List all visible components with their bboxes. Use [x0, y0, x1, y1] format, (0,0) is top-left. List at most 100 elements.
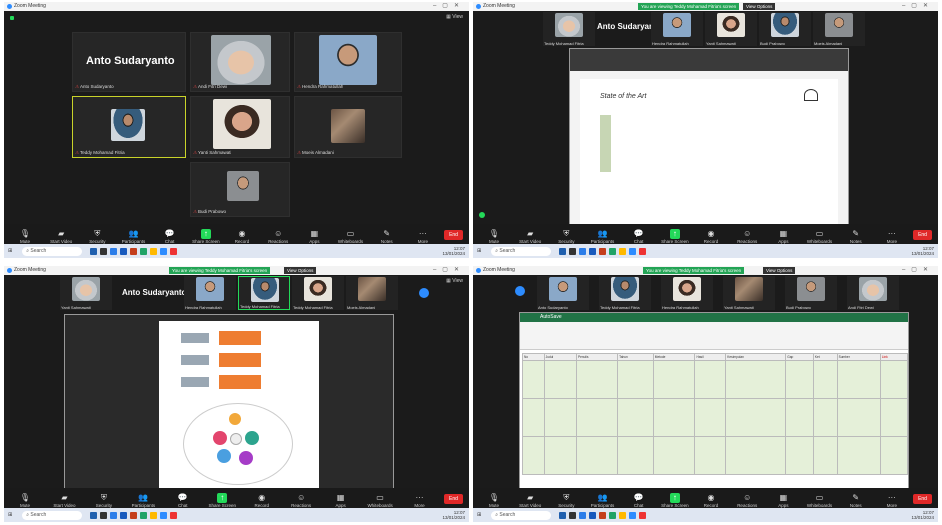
- view-options-button[interactable]: View Options: [284, 267, 317, 274]
- taskbar-apps[interactable]: [559, 511, 647, 519]
- record-button[interactable]: ◉ Record: [247, 493, 277, 508]
- notes-button[interactable]: ✎ Notes: [841, 493, 871, 508]
- video-tile[interactable]: Anto Sudaryanto ⚠Anto Sudaryanto: [72, 32, 186, 92]
- reactions-button[interactable]: ☺ Reactions: [732, 229, 762, 244]
- strip-video-tile[interactable]: Teddy Mohamad Fitria: [292, 276, 344, 310]
- system-clock[interactable]: 12:07 13/01/2024: [442, 246, 465, 256]
- notes-button[interactable]: ✎ Notes: [372, 229, 402, 244]
- participants-button[interactable]: 👥 Participants: [128, 493, 158, 508]
- expand-icon[interactable]: [419, 288, 429, 298]
- window-controls[interactable]: –▢✕: [433, 266, 465, 275]
- mute-button[interactable]: 🎙 Mute: [479, 229, 509, 244]
- mute-button[interactable]: 🎙 Mute: [10, 229, 40, 244]
- strip-video-tile[interactable]: Teddy Mohamad Fitria: [599, 276, 651, 310]
- excel-ribbon[interactable]: [520, 322, 908, 350]
- window-controls[interactable]: –▢✕: [433, 2, 465, 11]
- chat-button[interactable]: 💬 Chat: [624, 229, 654, 244]
- mute-button[interactable]: 🎙 Mute: [479, 493, 509, 508]
- reactions-button[interactable]: ☺ Reactions: [263, 229, 293, 244]
- window-controls[interactable]: –▢✕: [902, 2, 934, 11]
- share-screen-button[interactable]: ↑ Share Screen: [660, 229, 690, 244]
- apps-button[interactable]: ▦ Apps: [299, 229, 329, 244]
- video-button[interactable]: ▰ Start Video: [46, 229, 76, 244]
- apps-button[interactable]: ▦ Apps: [326, 493, 356, 508]
- more-button[interactable]: ··· More: [408, 229, 438, 244]
- view-options-button[interactable]: View Options: [743, 3, 776, 10]
- chat-button[interactable]: 💬 Chat: [155, 229, 185, 244]
- participants-button[interactable]: 👥 Participants: [588, 229, 618, 244]
- taskbar-search[interactable]: ⌕ Search: [491, 246, 552, 256]
- collapse-icon[interactable]: [515, 286, 525, 296]
- system-clock[interactable]: 12:07 13/01/2024: [442, 510, 465, 520]
- end-button[interactable]: End: [444, 230, 463, 240]
- view-button[interactable]: ▦ View: [446, 278, 463, 284]
- system-clock[interactable]: 12:07 13/01/2024: [911, 246, 934, 256]
- view-button[interactable]: ▦ View: [446, 14, 463, 20]
- security-button[interactable]: ⛨ Security: [89, 493, 119, 508]
- video-tile[interactable]: ⚠Andi Fitri Dewi: [190, 32, 290, 92]
- strip-video-tile[interactable]: Yanti Sahmawati: [60, 276, 112, 310]
- taskbar-search[interactable]: ⌕ Search: [22, 246, 83, 256]
- share-screen-button[interactable]: ↑ Share Screen: [660, 493, 690, 508]
- more-button[interactable]: ··· More: [877, 229, 907, 244]
- participants-button[interactable]: 👥 Participants: [588, 493, 618, 508]
- end-button[interactable]: End: [443, 494, 463, 504]
- taskbar-apps[interactable]: [90, 511, 178, 519]
- apps-button[interactable]: ▦ Apps: [768, 229, 798, 244]
- shared-powerpoint-window[interactable]: State of the Art: [569, 48, 849, 228]
- apps-button[interactable]: ▦ Apps: [768, 493, 798, 508]
- strip-video-tile[interactable]: Anto Sudaryanto: [537, 276, 589, 310]
- windows-start-icon[interactable]: ⊞: [477, 512, 481, 518]
- video-tile[interactable]: ⚠Yanti Sahmawati: [190, 96, 290, 158]
- system-clock[interactable]: 12:07 13/01/2024: [911, 510, 934, 520]
- whiteboards-button[interactable]: ▭ Whiteboards: [336, 229, 366, 244]
- taskbar-apps[interactable]: [559, 247, 647, 255]
- record-button[interactable]: ◉ Record: [696, 229, 726, 244]
- strip-video-tile[interactable]: Andi Fitri Dewi: [847, 276, 899, 310]
- video-button[interactable]: ▰ Start Video: [49, 493, 79, 508]
- record-button[interactable]: ◉ Record: [227, 229, 257, 244]
- reactions-button[interactable]: ☺ Reactions: [286, 493, 316, 508]
- shield-icon[interactable]: [10, 16, 14, 20]
- view-options-button[interactable]: View Options: [763, 267, 796, 274]
- strip-video-tile[interactable]: Budi Prabowo: [759, 12, 811, 46]
- end-button[interactable]: End: [913, 230, 932, 240]
- security-button[interactable]: ⛨ Security: [551, 493, 581, 508]
- strip-video-tile[interactable]: Hendra Rahmatullah: [661, 276, 713, 310]
- strip-video-tile[interactable]: Hendra Rahmatullah: [184, 276, 236, 310]
- strip-video-tile[interactable]: Hendra Rahmatullah: [651, 12, 703, 46]
- windows-start-icon[interactable]: ⊞: [8, 248, 12, 254]
- windows-start-icon[interactable]: ⊞: [8, 512, 12, 518]
- participants-button[interactable]: 👥 Participants: [119, 229, 149, 244]
- strip-video-tile[interactable]: Moeis Almadani: [346, 276, 398, 310]
- end-button[interactable]: End: [913, 494, 932, 504]
- taskbar-search[interactable]: ⌕ Search: [491, 510, 552, 520]
- spreadsheet-grid[interactable]: No Judul Penulis Tahun Metode Hasil Kesimpulan…: [522, 353, 909, 475]
- strip-video-tile[interactable]: Yanti Sahmawati: [705, 12, 757, 46]
- share-screen-button[interactable]: ↑ Share Screen: [207, 493, 237, 508]
- chat-button[interactable]: 💬 Chat: [168, 493, 198, 508]
- strip-video-tile[interactable]: Teddy Mohamad Fitria: [238, 276, 290, 310]
- strip-video-tile[interactable]: Teddy Mohamad Fitria: [543, 12, 595, 46]
- taskbar-search[interactable]: ⌕ Search: [22, 510, 83, 520]
- window-controls[interactable]: –▢✕: [902, 266, 934, 275]
- video-tile-active-speaker[interactable]: ⚠Teddy Mohamad Fitria: [72, 96, 186, 158]
- reactions-button[interactable]: ☺ Reactions: [732, 493, 762, 508]
- windows-start-icon[interactable]: ⊞: [477, 248, 481, 254]
- strip-video-tile[interactable]: Moeis Almadani: [813, 12, 865, 46]
- video-tile[interactable]: ⚠Budi Prabowo: [190, 162, 290, 217]
- security-button[interactable]: ⛨ Security: [82, 229, 112, 244]
- more-button[interactable]: ··· More: [405, 493, 435, 508]
- strip-video-tile[interactable]: Yanti Sahmawati: [723, 276, 775, 310]
- shared-window[interactable]: [64, 314, 394, 492]
- record-button[interactable]: ◉ Record: [696, 493, 726, 508]
- video-button[interactable]: ▰ Start Video: [515, 493, 545, 508]
- annotate-pencil-icon[interactable]: [479, 212, 485, 218]
- mute-button[interactable]: 🎙 Mute: [10, 493, 40, 508]
- video-button[interactable]: ▰ Start Video: [515, 229, 545, 244]
- video-tile[interactable]: ⚠Moeis Almadani: [294, 96, 402, 158]
- video-tile[interactable]: ⚠Hendra Rahmatullah: [294, 32, 402, 92]
- whiteboards-button[interactable]: ▭ Whiteboards: [365, 493, 395, 508]
- notes-button[interactable]: ✎ Notes: [841, 229, 871, 244]
- ppt-ribbon[interactable]: [570, 49, 848, 71]
